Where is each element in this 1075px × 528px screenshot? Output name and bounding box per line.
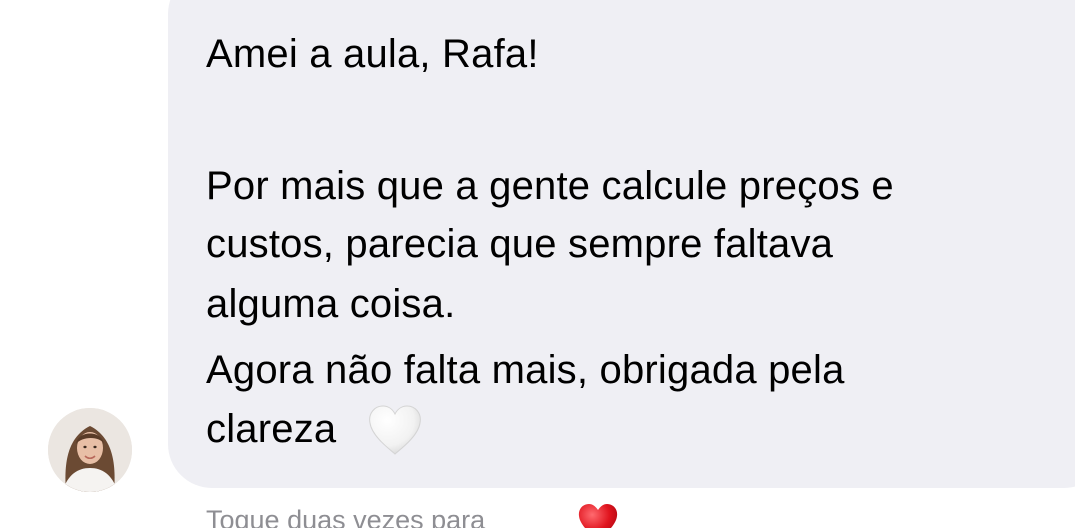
message-line-3: custos, parecia que sempre faltava [206, 222, 834, 266]
red-heart-icon[interactable] [576, 500, 620, 528]
message-line-6: clareza [206, 407, 337, 451]
message-line-5: Agora não falta mais, obrigada pela [206, 348, 845, 392]
white-heart-icon [369, 405, 421, 455]
message-line-1: Amei a aula, Rafa! [206, 32, 539, 76]
double-tap-hint: Toque duas vezes para [206, 505, 486, 528]
sender-avatar[interactable] [48, 408, 132, 492]
profile-photo-avatar [48, 408, 132, 492]
message-line-4: alguma coisa. [206, 282, 456, 326]
message-thread: Amei a aula, Rafa! Por mais que a gente … [0, 0, 1075, 528]
message-line-2: Por mais que a gente calcule preços e [206, 164, 894, 208]
